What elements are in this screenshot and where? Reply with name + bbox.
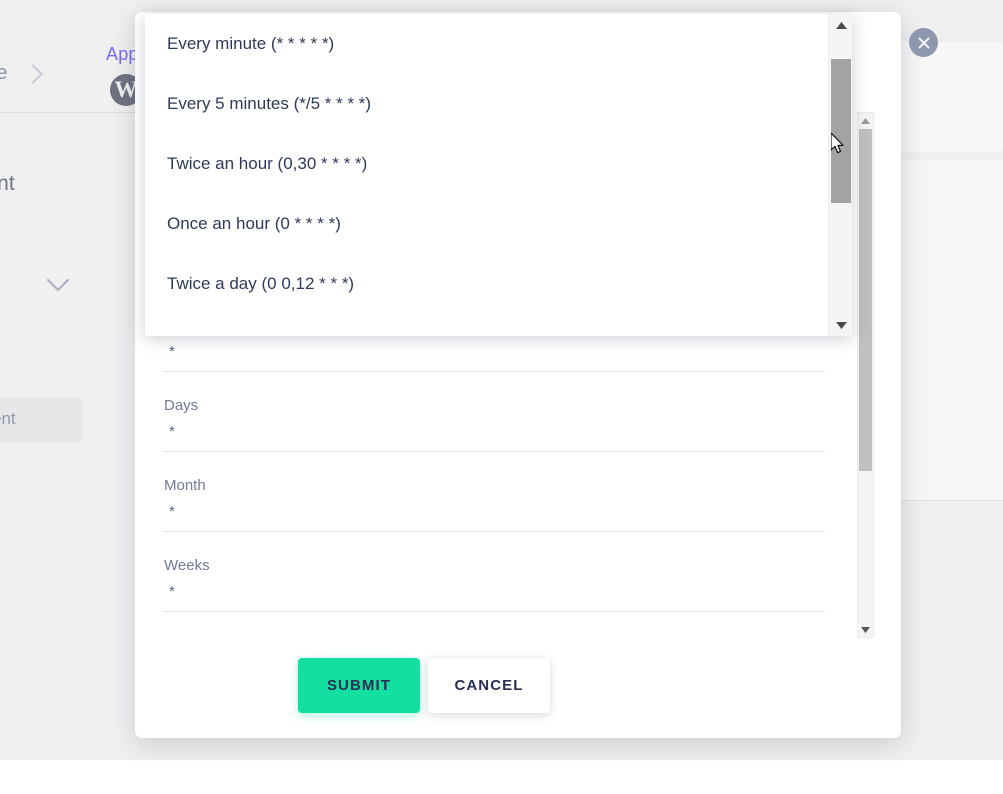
cron-preset-dropdown: Every minute (* * * * *) Every 5 minutes… [145,14,852,336]
scroll-up-arrow-icon[interactable] [858,113,873,128]
scroll-down-arrow-icon[interactable] [858,622,873,637]
dropdown-option[interactable]: Twice an hour (0,30 * * * *) [145,134,828,194]
dropdown-scrollbar[interactable] [828,14,852,336]
dropdown-option-list: Every minute (* * * * *) Every 5 minutes… [145,14,828,314]
cancel-button[interactable]: CANCEL [428,658,550,713]
field-month: Month [163,477,853,532]
dropdown-option[interactable]: Twice a day (0 0,12 * * *) [145,254,828,314]
dropdown-scroll-up-arrow-icon[interactable] [829,14,852,36]
month-input[interactable] [163,494,825,532]
hours-input[interactable] [163,334,825,372]
page-title: ment [0,172,15,195]
modal-scrollbar-thumb[interactable] [859,129,872,471]
weeks-input[interactable] [163,574,825,612]
field-days: Days [163,397,853,452]
dropdown-option[interactable]: Every 5 minutes (*/5 * * * *) [145,74,828,134]
days-label: Days [164,397,199,414]
month-label: Month [164,477,206,494]
field-weeks: Weeks [163,557,853,612]
chevron-right-icon [22,63,43,84]
close-button[interactable] [909,28,938,57]
breadcrumb: e Serve [0,62,43,85]
page-bottom-strip [0,760,1003,794]
field-spacer-1 [163,372,853,397]
dropdown-option[interactable]: Every minute (* * * * *) [145,14,828,74]
field-spacer-3 [163,532,853,557]
breadcrumb-item-server[interactable]: e Serve [0,62,8,85]
app-link[interactable]: App [106,44,139,65]
dropdown-option[interactable]: Once an hour (0 * * * *) [145,194,828,254]
cron-form: Days Month Weeks [163,334,853,612]
dropdown-scroll-down-arrow-icon[interactable] [829,314,852,336]
field-spacer-2 [163,452,853,477]
close-icon [918,37,929,48]
days-input[interactable] [163,414,825,452]
modal-scrollbar[interactable] [857,112,874,638]
dropdown-scrollbar-thumb[interactable] [831,59,851,203]
submit-button[interactable]: SUBMIT [298,658,420,713]
screen: e Serve App W ment nt ent e Days Month [0,0,1003,794]
sidebar-item-2-active[interactable]: ent [0,398,83,442]
modal-actions: SUBMIT CANCEL [298,658,550,713]
sidebar-item-2-label: ent [0,409,16,428]
weeks-label: Weeks [164,557,210,574]
field-hours [163,334,853,372]
